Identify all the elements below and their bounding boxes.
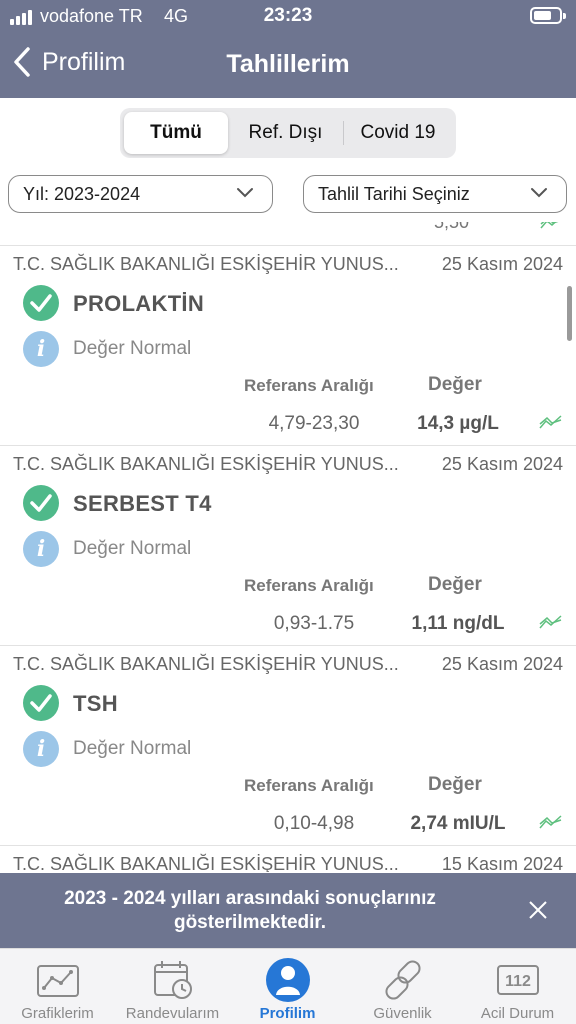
- info-icon[interactable]: i: [23, 331, 59, 367]
- segmented-control: Tümü Ref. Dışı Covid 19: [120, 108, 456, 158]
- info-banner: 2023 - 2024 yılları arasındaki sonuçları…: [0, 873, 576, 948]
- status-bar: vodafone TR 4G 23:23: [0, 0, 576, 32]
- trend-chart-icon[interactable]: [539, 814, 563, 830]
- tab-guvenlik[interactable]: Güvenlik: [345, 949, 460, 1024]
- test-name: SERBEST T4: [73, 491, 212, 516]
- calendar-icon: [153, 961, 192, 999]
- result-value: 1,11 ng/dL: [411, 613, 505, 634]
- clock: 23:23: [263, 5, 313, 26]
- page-title: Tahlillerim: [226, 50, 350, 78]
- tab-bar: Grafiklerim Randevularım Profilim Güvenl…: [0, 948, 576, 1024]
- segment-all[interactable]: Tümü: [124, 112, 228, 154]
- check-icon: [23, 285, 59, 321]
- scrollbar[interactable]: [567, 286, 572, 341]
- date-dropdown-label: Tahlil Tarihi Seçiniz: [318, 183, 470, 204]
- result-value: 14,3 µg/L: [417, 413, 499, 434]
- result-card[interactable]: T.C. SAĞLIK BAKANLIĞI ESKİŞEHİR YUNUS...…: [0, 846, 576, 872]
- result-status: Değer Normal: [73, 338, 192, 359]
- chevron-down-icon: [531, 188, 547, 198]
- test-name: PROLAKTİN: [73, 291, 205, 316]
- date-dropdown[interactable]: Tahlil Tarihi Seçiniz: [303, 175, 567, 213]
- year-dropdown[interactable]: Yıl: 2023-2024: [8, 175, 273, 213]
- result-value: 2,74 mIU/L: [410, 813, 506, 834]
- check-icon: [23, 685, 59, 721]
- tab-label: Acil Durum: [480, 1005, 555, 1022]
- header: vodafone TR 4G 23:23 Profilim Tahlilleri…: [0, 0, 576, 98]
- tab-label: Grafiklerim: [21, 1005, 94, 1022]
- result-date: 25 Kasım 2024: [441, 654, 563, 674]
- trend-chart-icon[interactable]: [540, 222, 564, 230]
- result-value: 5,50: [434, 222, 470, 232]
- badge-112: 112: [505, 973, 531, 990]
- hospital-name: T.C. SAĞLIK BAKANLIĞI ESKİŞEHİR YUNUS...: [13, 854, 399, 872]
- close-icon[interactable]: [528, 900, 548, 920]
- value-header: Değer: [428, 374, 482, 395]
- result-status: Değer Normal: [73, 538, 192, 559]
- tab-grafiklerim[interactable]: Grafiklerim: [0, 949, 115, 1024]
- trend-chart-icon[interactable]: [539, 614, 563, 630]
- tab-acil-durum[interactable]: 112 Acil Durum: [460, 949, 575, 1024]
- hospital-name: T.C. SAĞLIK BAKANLIĞI ESKİŞEHİR YUNUS...: [13, 254, 399, 274]
- ref-range: 0,93-1.75: [273, 613, 355, 634]
- hospital-name: T.C. SAĞLIK BAKANLIĞI ESKİŞEHİR YUNUS...: [13, 654, 399, 674]
- trend-chart-icon[interactable]: [539, 414, 563, 430]
- year-dropdown-label: Yıl: 2023-2024: [23, 183, 141, 204]
- check-icon: [23, 485, 59, 521]
- chevron-down-icon: [237, 188, 253, 198]
- result-date: 25 Kasım 2024: [441, 254, 563, 274]
- emergency-112-icon: 112: [496, 965, 539, 995]
- result-card[interactable]: T.C. SAĞLIK BAKANLIĞI ESKİŞEHİR YUNUS...…: [0, 646, 576, 846]
- ref-range-header: Referans Aralığı: [244, 576, 374, 595]
- result-card[interactable]: T.C. SAĞLIK BAKANLIĞI ESKİŞEHİR YUNUS...…: [0, 446, 576, 646]
- tab-label: Güvenlik: [373, 1005, 432, 1022]
- ref-range: 0,10-4,98: [273, 813, 355, 834]
- value-header: Değer: [428, 774, 482, 795]
- ref-range-header: Referans Aralığı: [244, 376, 374, 395]
- tab-label: Randevularım: [125, 1005, 220, 1022]
- result-date: 25 Kasım 2024: [441, 454, 563, 474]
- battery-icon: [530, 7, 566, 24]
- segment-covid[interactable]: Covid 19: [344, 112, 452, 154]
- segment-out-of-range[interactable]: Ref. Dışı: [228, 112, 343, 154]
- banner-text: 2023 - 2024 yılları arasındaki sonuçları…: [64, 888, 436, 933]
- profile-icon: [265, 958, 310, 1002]
- link-icon: [384, 960, 421, 1000]
- result-status: Değer Normal: [73, 738, 192, 759]
- info-icon[interactable]: i: [23, 531, 59, 567]
- tab-profilim[interactable]: Profilim: [230, 949, 345, 1024]
- tab-label: Profilim: [259, 1005, 316, 1022]
- hospital-name: T.C. SAĞLIK BAKANLIĞI ESKİŞEHİR YUNUS...: [13, 454, 399, 474]
- result-card[interactable]: T.C. SAĞLIK BAKANLIĞI ESKİŞEHİR YUNUS...…: [0, 246, 576, 446]
- list-item[interactable]: 5,50: [0, 222, 576, 246]
- ref-range: 4,79-23,30: [268, 413, 360, 434]
- result-date: 15 Kasım 2024: [441, 854, 563, 872]
- ref-range-header: Referans Aralığı: [244, 776, 374, 795]
- info-icon[interactable]: i: [23, 731, 59, 767]
- chart-icon: [36, 965, 79, 997]
- results-list[interactable]: 5,50 T.C. SAĞLIK BAKANLIĞI ESKİŞEHİR YUN…: [0, 222, 576, 872]
- tab-randevularim[interactable]: Randevularım: [115, 949, 230, 1024]
- value-header: Değer: [428, 574, 482, 595]
- test-name: TSH: [73, 691, 118, 716]
